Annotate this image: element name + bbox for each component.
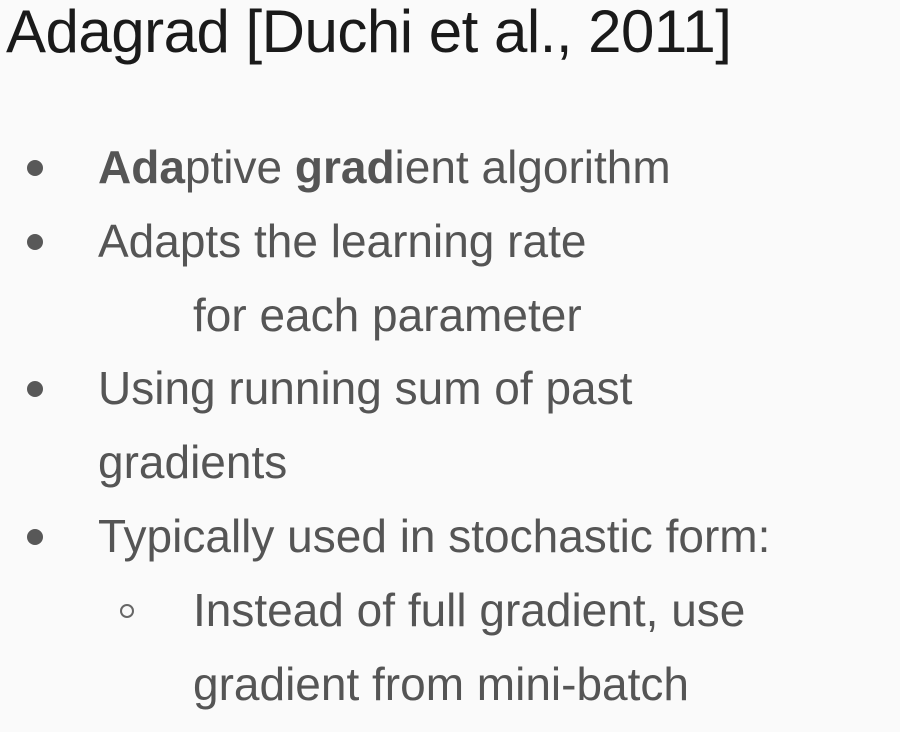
bullet-dot	[27, 529, 43, 545]
bullet-2-line-1: Adapts the learning rate	[98, 215, 587, 267]
bullet-1-bold-ada: Ada	[98, 141, 185, 193]
bullet-1-bold-grad: grad	[294, 141, 395, 193]
sub-bullet-line-2: gradient from mini-batch	[193, 658, 689, 710]
bullet-1-text-ptive: ptive	[184, 141, 295, 193]
bullet-1-text-ient: ient algorithm	[394, 141, 671, 193]
sub-bullet-line-1: Instead of full gradient, use	[193, 584, 746, 636]
bullet-4-line-1: Typically used in stochastic form:	[98, 510, 771, 562]
sub-bullet-circle	[120, 604, 134, 618]
bullet-3-line-1: Using running sum of past	[98, 362, 633, 414]
bullet-3-line-2: gradients	[98, 436, 288, 488]
slide-title: Adagrad [Duchi et al., 2011]	[6, 0, 732, 65]
bullet-2-line-2: for each parameter	[193, 289, 582, 341]
bullet-dot	[27, 234, 43, 250]
bullet-1-text: Adaptive gradient algorithm	[98, 137, 671, 197]
bullet-dot	[27, 160, 43, 176]
bullet-dot	[27, 381, 43, 397]
slide: Adagrad [Duchi et al., 2011] Adaptive gr…	[0, 0, 900, 732]
